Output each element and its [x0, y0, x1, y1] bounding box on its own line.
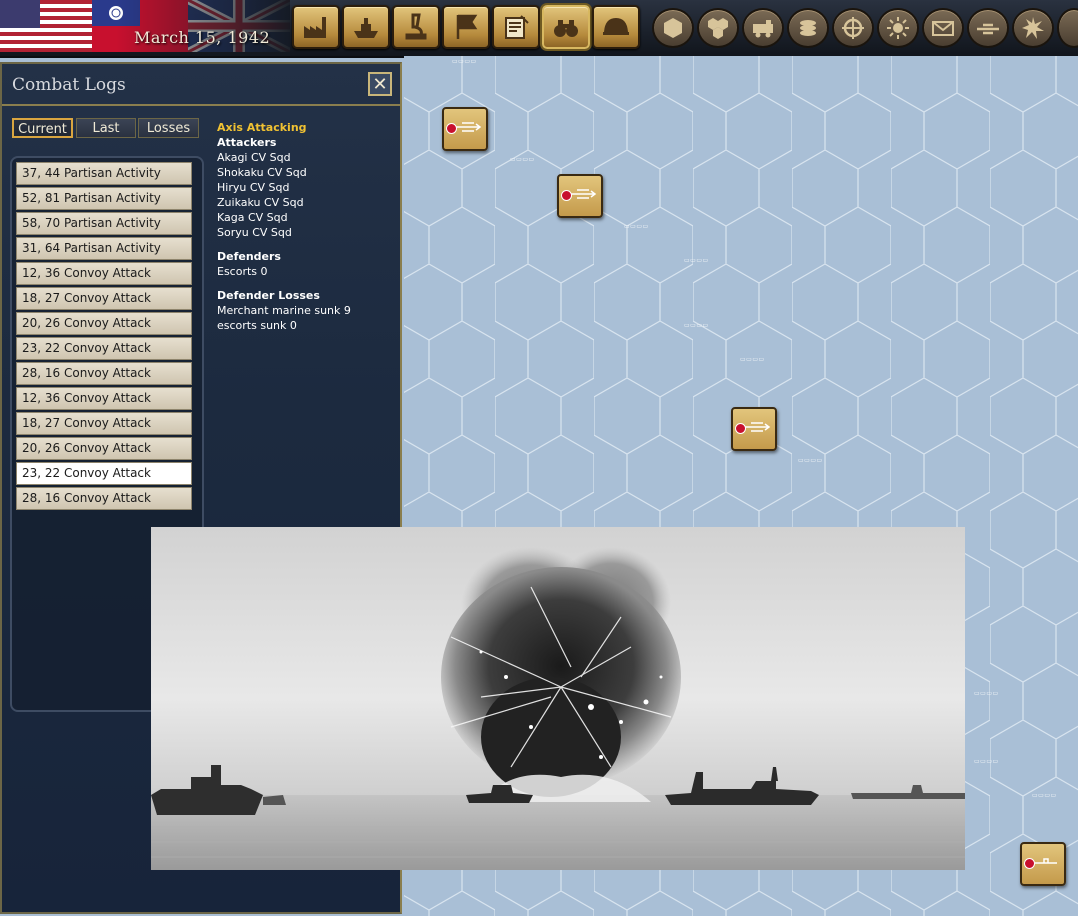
- submarine-unit[interactable]: [1020, 842, 1066, 886]
- losses-heading: Defender Losses: [217, 289, 320, 302]
- helmet-icon: [603, 18, 629, 35]
- combat-detail: Axis Attacking Attackers Akagi CV Sqd Sh…: [217, 120, 351, 333]
- target-button[interactable]: [832, 8, 874, 48]
- research-button[interactable]: [392, 5, 440, 49]
- attacker-entry: Zuikaku CV Sqd: [217, 196, 304, 209]
- loss-entry: escorts sunk 0: [217, 319, 297, 332]
- factory-icon: [304, 17, 326, 38]
- tab-losses[interactable]: Losses: [138, 118, 199, 138]
- loss-entry: Merchant marine sunk 9: [217, 304, 351, 317]
- attacker-entry: Akagi CV Sqd: [217, 151, 291, 164]
- explosion-icon: [1022, 17, 1044, 39]
- log-item[interactable]: 28, 16 Convoy Attack: [16, 487, 192, 510]
- defenders-heading: Defenders: [217, 250, 281, 263]
- more-button[interactable]: [1057, 8, 1078, 48]
- hex-button[interactable]: [652, 8, 694, 48]
- combat-button[interactable]: [1012, 8, 1054, 48]
- log-item[interactable]: 58, 70 Partisan Activity: [16, 212, 192, 235]
- game-date: March 15, 1942: [134, 28, 271, 47]
- attacker-entry: Kaga CV Sqd: [217, 211, 288, 224]
- naval-air-unit[interactable]: [557, 174, 603, 218]
- weather-button[interactable]: [877, 8, 919, 48]
- log-item[interactable]: 12, 36 Convoy Attack: [16, 387, 192, 410]
- flag-icon: [456, 14, 478, 39]
- objectives-button[interactable]: [442, 5, 490, 49]
- envelope-icon: [932, 21, 954, 36]
- air-button[interactable]: [967, 8, 1009, 48]
- log-item[interactable]: 12, 36 Convoy Attack: [16, 262, 192, 285]
- microscope-icon: [405, 13, 427, 40]
- log-item[interactable]: 20, 26 Convoy Attack: [16, 312, 192, 335]
- attacking-side: Axis Attacking: [217, 121, 307, 134]
- panel-title: Combat Logs: [12, 75, 126, 95]
- attacker-entry: Shokaku CV Sqd: [217, 166, 307, 179]
- binoculars-icon: [554, 20, 578, 37]
- army-button[interactable]: [592, 5, 640, 49]
- ship-icon: [354, 18, 378, 38]
- log-item[interactable]: 28, 16 Convoy Attack: [16, 362, 192, 385]
- crosshair-icon: [842, 17, 864, 39]
- attacker-entry: Hiryu CV Sqd: [217, 181, 290, 194]
- notepad-icon: [505, 15, 529, 39]
- convoy-attack-photo: [151, 527, 965, 870]
- log-item[interactable]: 18, 27 Convoy Attack: [16, 412, 192, 435]
- diplomacy-button[interactable]: [922, 8, 964, 48]
- plane-icon: [977, 23, 999, 35]
- production-button[interactable]: [292, 5, 340, 49]
- submarine-icon: [1035, 858, 1057, 864]
- reports-button[interactable]: [492, 5, 540, 49]
- log-item[interactable]: 52, 81 Partisan Activity: [16, 187, 192, 210]
- coins-icon: [800, 20, 816, 36]
- log-item[interactable]: 23, 22 Convoy Attack: [16, 337, 192, 360]
- log-item-selected[interactable]: 23, 22 Convoy Attack: [16, 462, 192, 485]
- hexes-button[interactable]: [697, 8, 739, 48]
- log-item[interactable]: 37, 44 Partisan Activity: [16, 162, 192, 185]
- train-icon: [753, 20, 773, 38]
- top-bar: March 15, 1942: [0, 0, 1078, 58]
- plane-icon: [456, 122, 482, 132]
- close-button[interactable]: ✕: [368, 72, 392, 96]
- close-icon: ✕: [372, 74, 388, 95]
- naval-air-unit[interactable]: [442, 107, 488, 151]
- economy-button[interactable]: [787, 8, 829, 48]
- hexes-icon: [708, 18, 728, 39]
- log-item[interactable]: 31, 64 Partisan Activity: [16, 237, 192, 260]
- attackers-heading: Attackers: [217, 136, 277, 149]
- plane-icon: [571, 189, 597, 199]
- tab-last[interactable]: Last: [76, 118, 136, 138]
- plane-icon: [745, 422, 771, 432]
- log-item[interactable]: 20, 26 Convoy Attack: [16, 437, 192, 460]
- defender-entry: Escorts 0: [217, 265, 268, 278]
- tab-current[interactable]: Current: [12, 118, 73, 138]
- attacker-entry: Soryu CV Sqd: [217, 226, 292, 239]
- intelligence-button[interactable]: [542, 5, 590, 49]
- naval-air-unit[interactable]: [731, 407, 777, 451]
- sun-icon: [887, 17, 909, 39]
- explosion-photo-image: [151, 527, 965, 870]
- hex-icon: [664, 18, 682, 38]
- naval-button[interactable]: [342, 5, 390, 49]
- log-item[interactable]: 18, 27 Convoy Attack: [16, 287, 192, 310]
- rail-button[interactable]: [742, 8, 784, 48]
